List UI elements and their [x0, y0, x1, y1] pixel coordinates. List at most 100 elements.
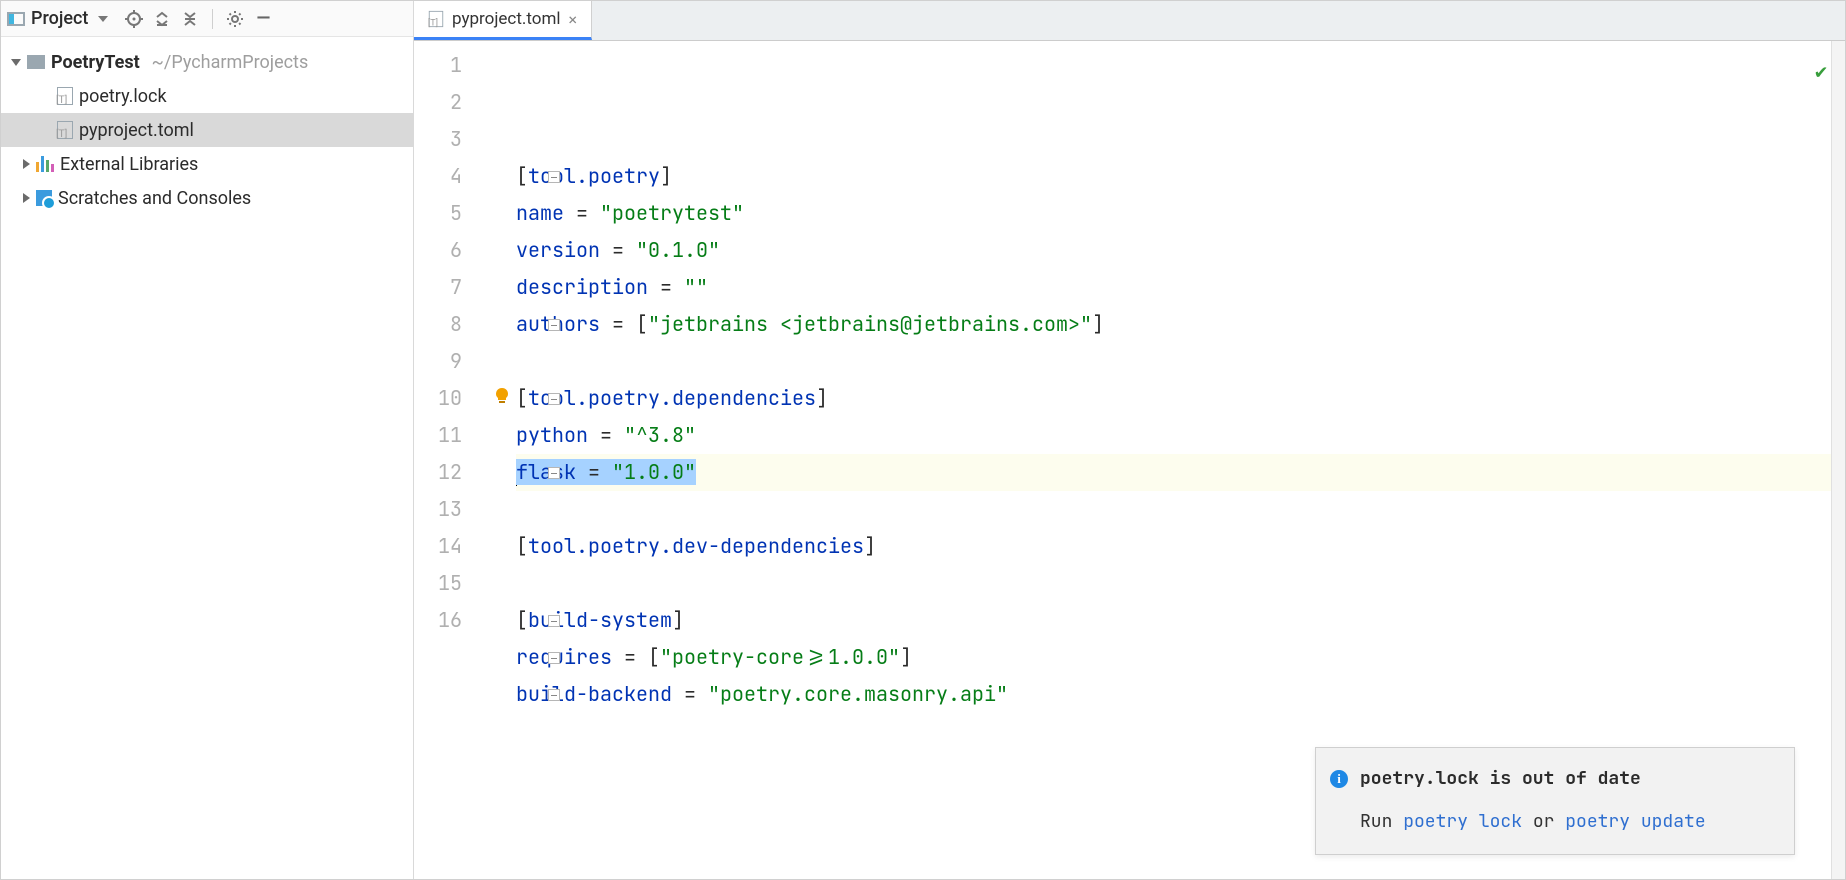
gutter-line-number[interactable]: 5 — [414, 195, 462, 232]
code-line[interactable] — [516, 713, 1831, 750]
code-token: build-backend — [516, 681, 672, 707]
folder-icon — [27, 55, 45, 69]
project-root-label: PoetryTest — [51, 52, 140, 73]
editor-area: [T] pyproject.toml × 1234567891011121314… — [414, 1, 1845, 879]
chevron-down-icon[interactable] — [11, 59, 21, 66]
code-token: = [ — [612, 644, 660, 670]
chevron-right-icon[interactable] — [23, 193, 30, 203]
gutter-line-number[interactable]: 2 — [414, 84, 462, 121]
gutter-line-number[interactable]: 7 — [414, 269, 462, 306]
file-label: pyproject.toml — [79, 120, 194, 141]
code-token: ] — [900, 644, 912, 670]
code-token: requires — [516, 644, 612, 670]
code-token: [ — [516, 533, 528, 559]
chevron-down-icon[interactable] — [98, 16, 108, 22]
code-line[interactable]: python = "^3.8" — [516, 417, 1831, 454]
gutter-line-number[interactable]: 8 — [414, 306, 462, 343]
fold-toggle-icon[interactable] — [548, 689, 560, 701]
fold-toggle-icon[interactable] — [548, 467, 560, 479]
notification-text-prefix: Run — [1360, 810, 1403, 833]
toml-file-icon: [T] — [429, 11, 443, 27]
code-line[interactable]: [tool.poetry] — [516, 158, 1831, 195]
chevron-right-icon[interactable] — [23, 159, 30, 169]
file-node-pyproject-toml[interactable]: [T] pyproject.toml — [1, 113, 413, 147]
collapse-all-icon[interactable] — [178, 7, 202, 31]
toml-file-icon: [T] — [57, 87, 73, 105]
code-token: "1.0.0" — [612, 459, 696, 485]
notification-link-update[interactable]: poetry update — [1565, 810, 1705, 833]
editor-scrollbar[interactable] — [1831, 41, 1845, 879]
code-token: "poetrytest" — [600, 200, 744, 226]
project-toolbar: Project — — [1, 1, 413, 37]
code-line[interactable]: [build-system] — [516, 602, 1831, 639]
notification-link-lock[interactable]: poetry lock — [1403, 810, 1522, 833]
expand-all-icon[interactable] — [150, 7, 174, 31]
notification-title: poetry.lock is out of date — [1360, 760, 1641, 797]
fold-toggle-icon[interactable] — [548, 615, 560, 627]
code-line[interactable]: flask = "1.0.0" — [516, 454, 1831, 491]
gutter-line-number[interactable]: 9 — [414, 343, 462, 380]
code-line[interactable]: description = "" — [516, 269, 1831, 306]
gutter-line-number[interactable]: 15 — [414, 565, 462, 602]
code-line[interactable]: [tool.poetry.dependencies] — [516, 380, 1831, 417]
inspection-ok-icon[interactable]: ✔ — [1815, 53, 1827, 90]
code-token: ] — [1092, 311, 1104, 337]
file-node-poetry-lock[interactable]: [T] poetry.lock — [1, 79, 413, 113]
code-line[interactable]: version = "0.1.0" — [516, 232, 1831, 269]
gutter-line-number[interactable]: 3 — [414, 121, 462, 158]
external-libraries-node[interactable]: External Libraries — [1, 147, 413, 181]
code-token: "0.1.0" — [636, 237, 720, 263]
project-toolbar-title[interactable]: Project — [31, 8, 88, 29]
gear-icon[interactable] — [223, 7, 247, 31]
code-token: name — [516, 200, 564, 226]
notification-popup: i poetry.lock is out of date Run poetry … — [1315, 747, 1795, 855]
code-line[interactable] — [516, 343, 1831, 380]
code-line[interactable]: name = "poetrytest" — [516, 195, 1831, 232]
scratches-label: Scratches and Consoles — [58, 188, 251, 209]
code-token: python — [516, 422, 588, 448]
fold-toggle-icon[interactable] — [548, 393, 560, 405]
file-label: poetry.lock — [79, 86, 167, 107]
info-icon: i — [1330, 770, 1348, 788]
project-tree[interactable]: PoetryTest ~/PycharmProjects [T] poetry.… — [1, 37, 413, 223]
code-token: description — [516, 274, 648, 300]
code-line[interactable]: authors = ["jetbrains <jetbrains@jetbrai… — [516, 306, 1831, 343]
code-line[interactable]: requires = ["poetry-core>=1.0.0"] — [516, 639, 1831, 676]
code-token: ] — [660, 163, 672, 189]
code-token: ] — [864, 533, 876, 559]
notification-text-mid: or — [1522, 810, 1565, 833]
gutter-line-number[interactable]: 6 — [414, 232, 462, 269]
code-line[interactable] — [516, 491, 1831, 528]
gutter-line-number[interactable]: 13 — [414, 491, 462, 528]
editor-tab-label: pyproject.toml — [452, 9, 561, 29]
intention-bulb-icon[interactable] — [493, 313, 511, 331]
code-token: [ — [516, 385, 528, 411]
locate-icon[interactable] — [122, 7, 146, 31]
fold-toggle-icon[interactable] — [548, 171, 560, 183]
gutter-line-number[interactable]: 11 — [414, 417, 462, 454]
code-token: tool.poetry.dev-dependencies — [528, 533, 864, 559]
fold-toggle-icon[interactable] — [548, 319, 560, 331]
code-token: "" — [684, 274, 708, 300]
gutter-line-number[interactable]: 14 — [414, 528, 462, 565]
project-panel: Project — PoetryTest ~/Pychar — [1, 1, 414, 879]
editor-tab-pyproject[interactable]: [T] pyproject.toml × — [414, 1, 592, 40]
gutter-line-number[interactable]: 12 — [414, 454, 462, 491]
gutter-line-number[interactable]: 10 — [414, 380, 462, 417]
code-editor[interactable]: 12345678910111213141516 [tool.poetry]nam… — [414, 41, 1845, 879]
hide-panel-icon[interactable]: — — [251, 7, 275, 31]
scratches-node[interactable]: Scratches and Consoles — [1, 181, 413, 215]
gutter-line-number[interactable]: 16 — [414, 602, 462, 639]
code-line[interactable]: [tool.poetry.dev-dependencies] — [516, 528, 1831, 565]
gutter-line-number[interactable]: 1 — [414, 47, 462, 84]
gutter-line-number[interactable]: 4 — [414, 158, 462, 195]
code-line[interactable] — [516, 565, 1831, 602]
code-line[interactable]: build-backend = "poetry.core.masonry.api… — [516, 676, 1831, 713]
project-root-node[interactable]: PoetryTest ~/PycharmProjects — [1, 45, 413, 79]
code-token: = — [564, 200, 600, 226]
project-root-path: ~/PycharmProjects — [152, 52, 309, 73]
fold-toggle-icon[interactable] — [548, 652, 560, 664]
editor-gutter[interactable]: 12345678910111213141516 — [414, 41, 476, 879]
close-icon[interactable]: × — [569, 10, 578, 29]
notification-body: Run poetry lock or poetry update — [1360, 803, 1776, 840]
